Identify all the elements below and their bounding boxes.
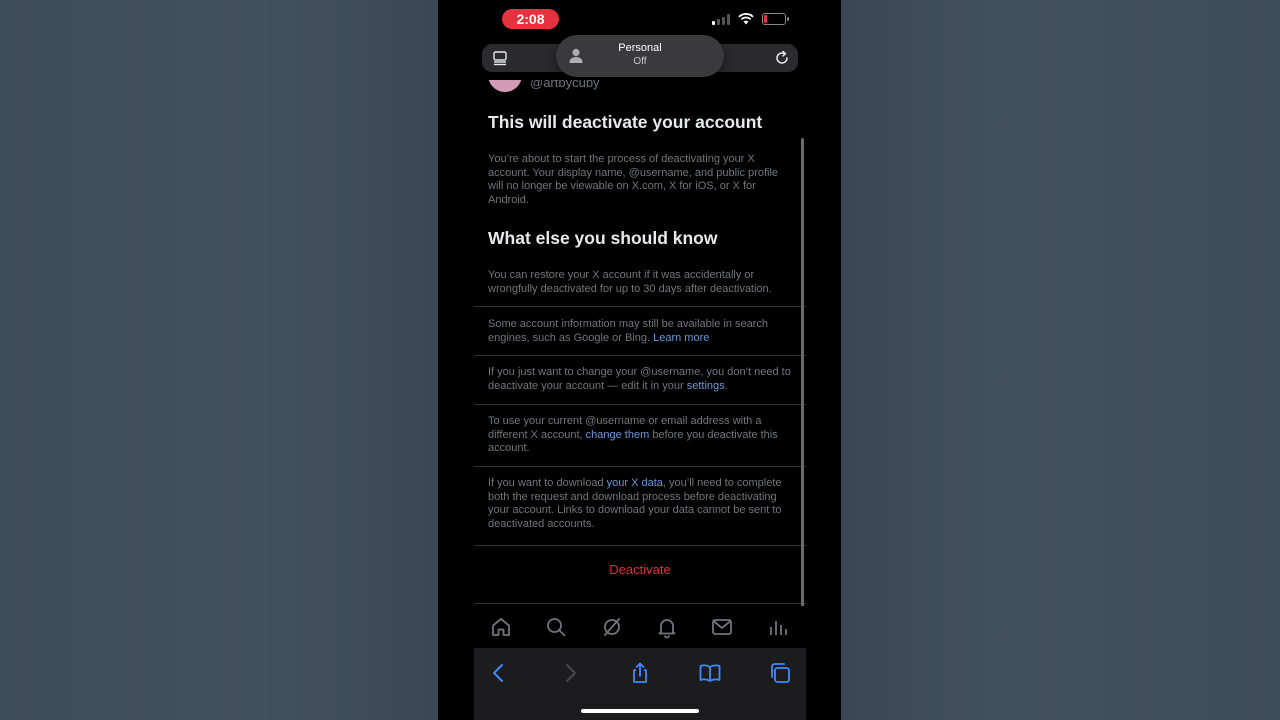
- grok-icon[interactable]: [600, 615, 624, 639]
- username-info-text: If you just want to change your @usernam…: [488, 366, 791, 392]
- page-menu-icon[interactable]: [492, 50, 508, 66]
- app-tab-bar: [474, 606, 806, 648]
- username-info-end: .: [724, 379, 728, 392]
- mail-icon[interactable]: [710, 615, 734, 639]
- browser-toolbar: [474, 648, 806, 720]
- learn-more-link[interactable]: Learn more: [653, 332, 709, 344]
- deactivate-button[interactable]: Deactivate: [474, 562, 806, 577]
- video-background-right: [841, 0, 1280, 720]
- home-indicator[interactable]: [581, 709, 699, 713]
- profile-name: Personal: [618, 42, 662, 54]
- reload-icon[interactable]: [774, 50, 790, 66]
- divider: [474, 355, 806, 356]
- search-info: Some account information may still be av…: [488, 318, 794, 345]
- profile-status: Off: [633, 56, 647, 67]
- search-info-text: Some account information may still be av…: [488, 318, 769, 344]
- tabs-icon[interactable]: [768, 661, 792, 685]
- divider: [474, 404, 806, 405]
- data-info: If you want to download your X data, you…: [488, 477, 794, 532]
- stats-icon[interactable]: [766, 615, 790, 639]
- phone-screen: 2:08 Personal Off @artbycuby This will d…: [474, 0, 806, 720]
- search-icon[interactable]: [544, 615, 568, 639]
- bookmarks-icon[interactable]: [698, 661, 722, 685]
- scrollbar[interactable]: [801, 138, 804, 646]
- divider: [474, 466, 806, 467]
- divider: [474, 545, 806, 546]
- bell-icon[interactable]: [655, 615, 679, 639]
- data-info-text: If you want to download: [488, 477, 604, 489]
- phone-frame: 2:08 Personal Off @artbycuby This will d…: [438, 0, 841, 720]
- status-time: 2:08: [502, 9, 559, 29]
- forward-icon[interactable]: [558, 661, 582, 685]
- deactivate-page: @artbycuby This will deactivate your acc…: [474, 80, 806, 605]
- divider: [474, 603, 806, 604]
- share-icon[interactable]: [628, 661, 652, 685]
- username-info: If you just want to change your @usernam…: [488, 366, 794, 393]
- back-icon[interactable]: [487, 661, 511, 685]
- signal-icon: [712, 13, 730, 25]
- intro-text: You’re about to start the process of dea…: [488, 153, 779, 207]
- profile-switcher[interactable]: Personal Off: [556, 35, 724, 77]
- email-info: To use your current @username or email a…: [488, 415, 794, 456]
- home-icon[interactable]: [489, 615, 513, 639]
- restore-info: You can restore your X account if it was…: [488, 269, 772, 295]
- battery-icon: [762, 13, 789, 25]
- video-background-left: [0, 0, 438, 720]
- your-data-link[interactable]: your X data: [607, 477, 663, 489]
- page-title: This will deactivate your account: [488, 112, 763, 132]
- avatar[interactable]: [488, 80, 522, 92]
- account-handle: @artbycuby: [530, 80, 600, 90]
- change-them-link[interactable]: change them: [586, 429, 650, 441]
- section-title: What else you should know: [488, 228, 718, 248]
- wifi-icon: [738, 13, 754, 25]
- status-icons: [712, 13, 789, 25]
- divider: [474, 306, 806, 307]
- settings-link[interactable]: settings: [687, 380, 725, 392]
